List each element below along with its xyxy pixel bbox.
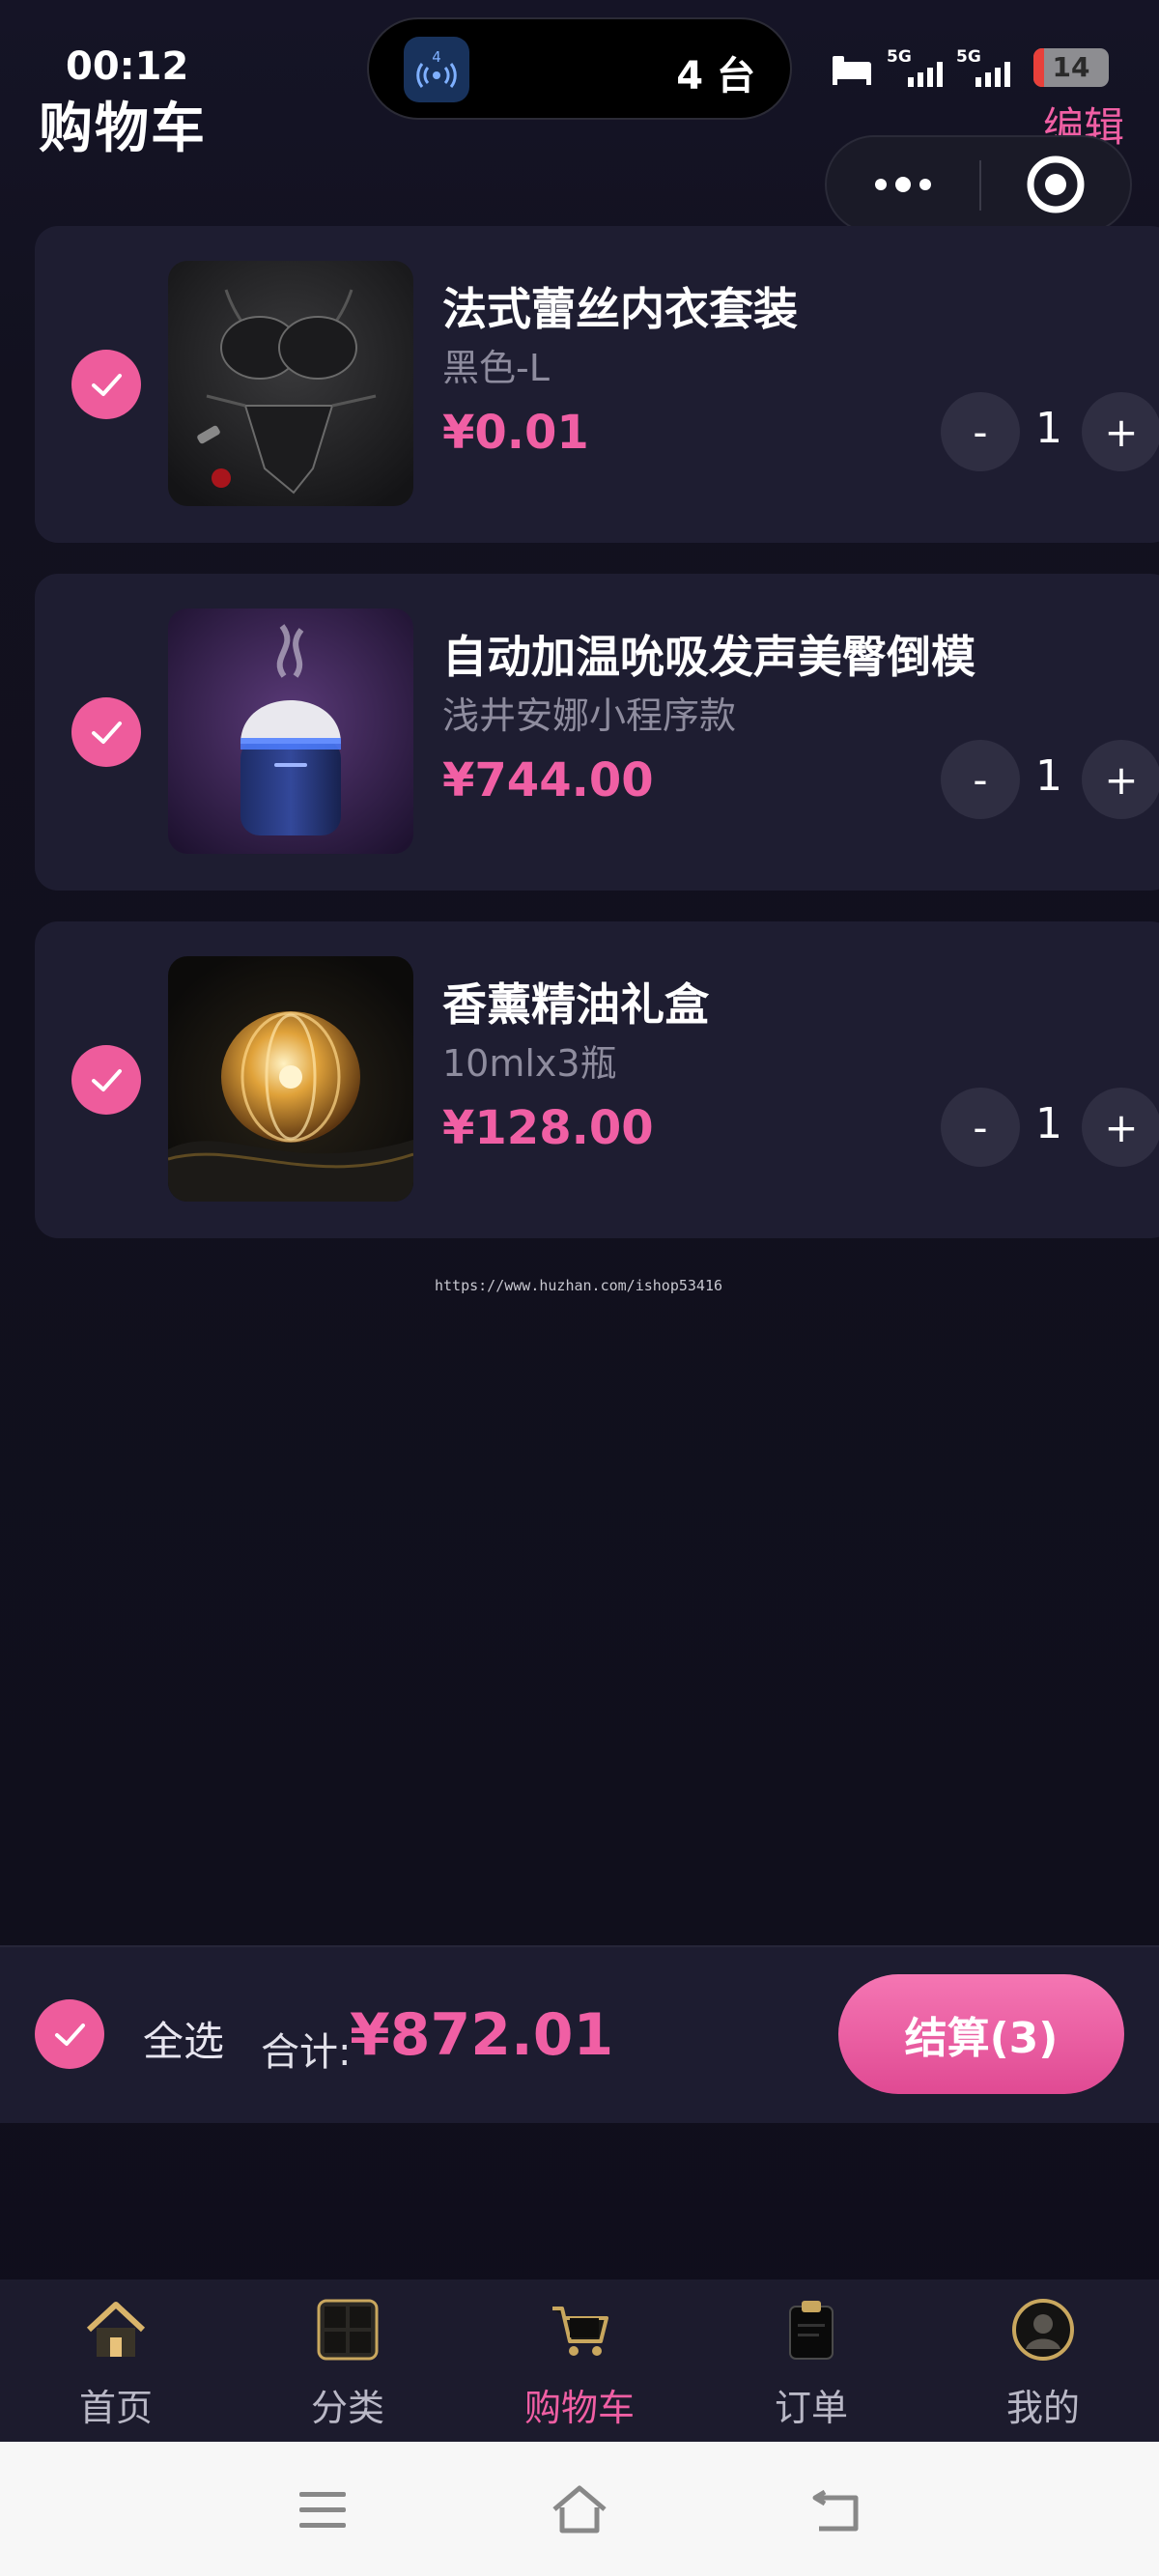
order-icon: [778, 2297, 844, 2363]
dynamic-island[interactable]: 4 4 台: [367, 17, 792, 120]
decrease-button[interactable]: -: [941, 740, 1020, 819]
item-name: 法式蕾丝内衣套装: [442, 283, 798, 335]
check-icon: [92, 374, 122, 396]
tab-home[interactable]: 首页: [0, 2279, 232, 2442]
tab-label: 订单: [774, 2387, 848, 2429]
item-spec: 黑色-L: [442, 347, 550, 389]
cart-item: 自动加温吮吸发声美臀倒模 浅井安娜小程序款 ¥744.00 - 1 +: [35, 574, 1159, 891]
item-checkbox[interactable]: [71, 697, 141, 767]
tab-category[interactable]: 分类: [232, 2279, 464, 2442]
check-icon: [55, 2024, 85, 2046]
battery-text: 14: [1052, 51, 1090, 83]
item-checkbox[interactable]: [71, 1045, 141, 1115]
quantity-value[interactable]: 1: [1030, 751, 1068, 801]
bed-icon: [833, 56, 871, 85]
watermark-text: https://www.huzhan.com/ishop53416: [435, 1277, 723, 1294]
island-badge: 4: [432, 48, 441, 66]
home-icon: [83, 2297, 149, 2363]
tab-orders[interactable]: 订单: [695, 2279, 927, 2442]
checkout-button[interactable]: 结算(3): [838, 1974, 1124, 2094]
checkout-bar: 全选 合计: ¥872.01 结算(3): [0, 1945, 1159, 2123]
signal-1-icon: [908, 62, 943, 87]
item-name: 香薰精油礼盒: [442, 978, 709, 1031]
check-icon: [92, 1069, 122, 1091]
home-nav-icon[interactable]: [549, 2478, 610, 2540]
island-text: 4 台: [676, 54, 755, 99]
tab-label: 购物车: [523, 2387, 635, 2429]
system-nav-bar: [0, 2442, 1159, 2576]
close-button[interactable]: [981, 137, 1130, 232]
category-icon: [315, 2297, 381, 2363]
decrease-button[interactable]: -: [941, 392, 1020, 471]
select-all-checkbox[interactable]: [35, 1999, 104, 2069]
battery-icon: 14: [1033, 48, 1109, 87]
item-price: ¥128.00: [442, 1101, 654, 1155]
network-label-2: 5G: [956, 47, 981, 67]
select-all-label[interactable]: 全选: [143, 2009, 224, 2068]
quantity-value[interactable]: 1: [1030, 404, 1068, 453]
product-humidifier-image[interactable]: [168, 609, 413, 854]
increase-button[interactable]: +: [1082, 740, 1159, 819]
target-close-icon: [1027, 156, 1085, 213]
cart-icon: [547, 2297, 612, 2363]
decrease-button[interactable]: -: [941, 1088, 1020, 1167]
tab-label: 我的: [1005, 2387, 1080, 2429]
broadcast-icon: 4: [404, 37, 469, 102]
network-label-1: 5G: [887, 47, 912, 67]
item-spec: 10mlx3瓶: [442, 1042, 617, 1085]
status-time: 00:12: [66, 44, 189, 89]
item-spec: 浅井安娜小程序款: [442, 694, 737, 737]
tab-profile[interactable]: 我的: [927, 2279, 1159, 2442]
profile-icon: [1010, 2297, 1076, 2363]
increase-button[interactable]: +: [1082, 1088, 1159, 1167]
status-icons: 5G 5G 14: [829, 42, 1109, 97]
back-icon[interactable]: [806, 2478, 867, 2540]
lace-lingerie-image[interactable]: [168, 261, 413, 506]
tab-bar: 首页 分类 购物车 订单 我的: [0, 2279, 1159, 2442]
total-value: ¥872.01: [350, 2001, 614, 2069]
increase-button[interactable]: +: [1082, 392, 1159, 471]
more-dots-icon: [875, 177, 931, 192]
menu-icon[interactable]: [292, 2478, 353, 2540]
more-button[interactable]: [827, 137, 979, 232]
tab-label: 首页: [78, 2387, 153, 2429]
item-checkbox[interactable]: [71, 350, 141, 419]
cart-item: 香薰精油礼盒 10mlx3瓶 ¥128.00 - 1 +: [35, 921, 1159, 1238]
item-name: 自动加温吮吸发声美臀倒模: [442, 631, 975, 683]
item-price: ¥0.01: [442, 406, 589, 460]
cart-screen: 00:12 4 4 台 5G 5G 14 购物车 编辑 法式蕾丝内衣套装 黑色-…: [0, 0, 1159, 2576]
total-label: 合计:: [261, 2030, 352, 2075]
cart-item: 法式蕾丝内衣套装 黑色-L ¥0.01 - 1 +: [35, 226, 1159, 543]
check-icon: [92, 722, 122, 744]
item-price: ¥744.00: [442, 753, 654, 807]
page-title: 购物车: [39, 98, 207, 160]
perfume-bottle-image[interactable]: [168, 956, 413, 1202]
mini-program-capsule: [825, 135, 1132, 234]
quantity-value[interactable]: 1: [1030, 1099, 1068, 1148]
tab-label: 分类: [310, 2387, 384, 2429]
tab-cart[interactable]: 购物车: [464, 2279, 695, 2442]
